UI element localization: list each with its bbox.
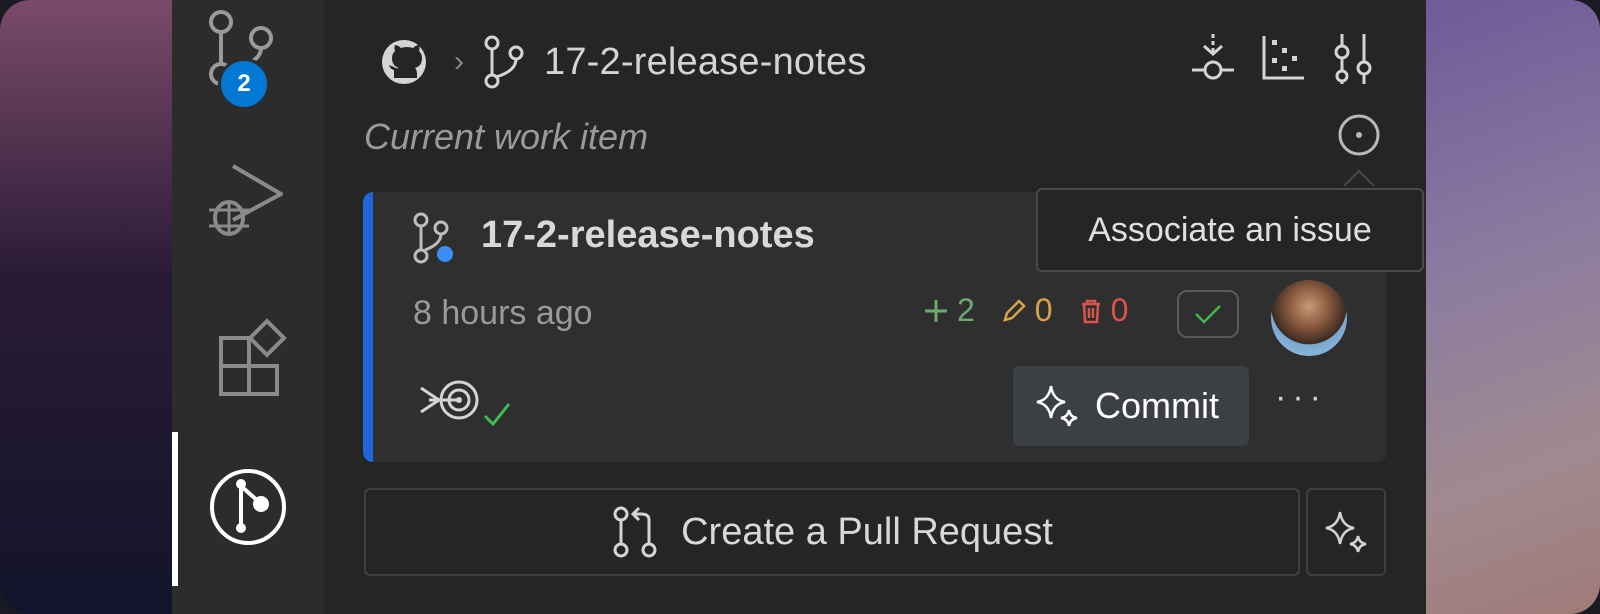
gitlens-icon [210,469,286,545]
more-actions-button[interactable]: ··· [1275,378,1327,417]
pull-request-icon [613,506,657,558]
modified-stat: 0 [1001,292,1053,329]
breadcrumb: › 17-2-release-notes [380,34,867,90]
plus-icon [925,299,947,322]
fetch-icon[interactable] [1190,32,1236,86]
commit-label: Commit [1095,385,1219,426]
github-icon[interactable] [380,38,428,86]
deleted-stat: 0 [1079,292,1129,329]
create-pull-request-button[interactable]: Create a Pull Request [364,488,1300,576]
change-stats: 2 0 0 [923,292,1154,329]
card-accent-bar [363,192,373,462]
commit-button[interactable]: Commit [1013,366,1249,446]
card-branch-name: 17-2-release-notes [481,214,815,256]
graph-icon[interactable] [1260,32,1306,86]
extensions-activity[interactable] [172,318,324,402]
active-indicator [172,432,178,586]
sparkle-icon [1036,385,1078,427]
check-icon [1195,305,1221,324]
avatar[interactable] [1271,280,1347,356]
breadcrumb-separator: › [454,45,464,78]
gitlens-activity[interactable] [172,462,324,552]
header-actions [1190,32,1376,86]
extensions-icon [219,318,287,396]
branch-status-icon [413,212,453,264]
associate-issue-icon[interactable] [1336,112,1382,158]
run-debug-icon [209,164,283,236]
create-pull-request-label: Create a Pull Request [681,510,1053,553]
trash-icon [1081,299,1100,323]
sparkle-icon [1325,511,1367,553]
source-control-activity[interactable]: 2 [172,8,324,110]
deleted-count: 0 [1110,292,1129,328]
activity-bar: 2 [172,0,324,614]
added-stat: 2 [923,292,975,329]
pencil-icon [1002,298,1026,322]
branch-name[interactable]: 17-2-release-notes [544,41,867,84]
compare-icon[interactable] [1330,32,1376,86]
branch-icon [484,35,524,89]
modified-count: 0 [1034,292,1053,328]
ai-pull-request-button[interactable] [1306,488,1386,576]
autolinks-icon[interactable] [419,380,529,432]
source-control-badge: 2 [218,58,270,110]
card-timestamp: 8 hours ago [413,294,593,332]
run-debug-activity[interactable] [172,160,324,244]
added-count: 2 [957,292,975,328]
checks-status[interactable] [1177,290,1239,338]
current-work-item-label: Current work item [364,116,649,157]
associate-issue-tooltip: Associate an issue [1036,188,1424,272]
desktop-wallpaper [1420,0,1600,614]
